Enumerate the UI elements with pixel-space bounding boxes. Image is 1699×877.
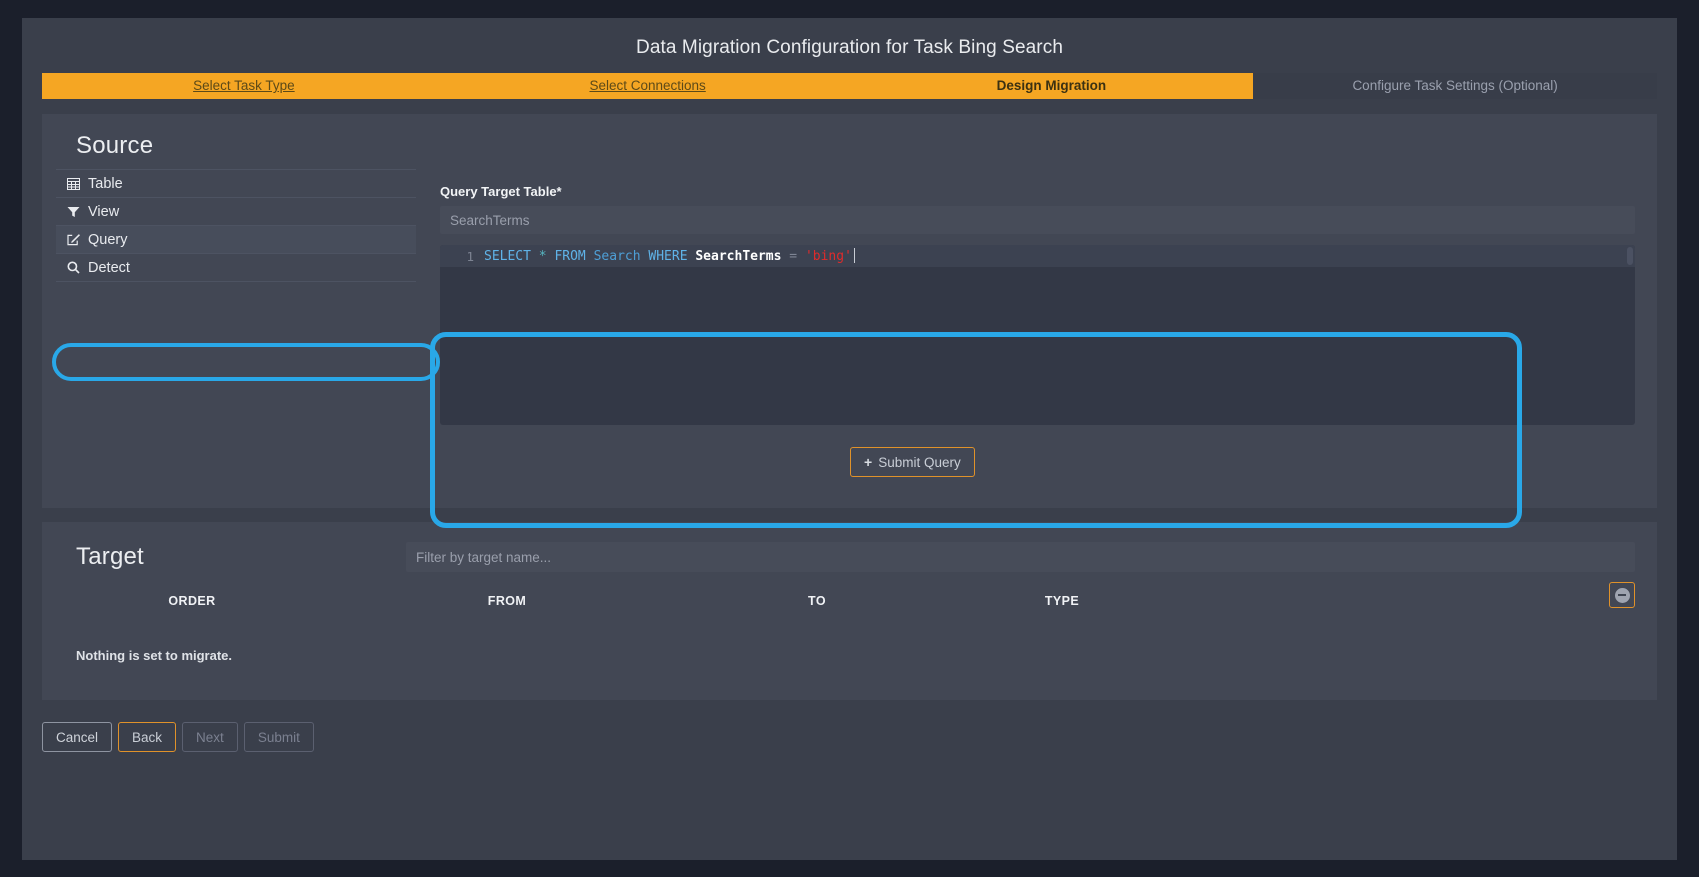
target-filter-input[interactable] <box>406 542 1635 572</box>
sidebar-item-view[interactable]: View <box>56 197 416 226</box>
source-panel: Source Table View Query Detect Query Tar… <box>42 114 1657 528</box>
page-title: Data Migration Configuration for Task Bi… <box>636 37 1063 58</box>
sql-code-line: 1 SELECT * FROM Search WHERE SearchTerms… <box>440 245 1635 267</box>
wizard-footer: Cancel Back Next Submit <box>42 722 1677 752</box>
editor-scrollbar[interactable] <box>1627 247 1633 265</box>
column-header-order: ORDER <box>168 594 216 608</box>
sidebar-item-detect[interactable]: Detect <box>56 253 416 282</box>
sidebar-item-label: Query <box>88 231 128 248</box>
sidebar-item-label: Table <box>88 175 123 192</box>
column-header-to: TO <box>808 594 826 608</box>
cancel-button[interactable]: Cancel <box>42 722 113 752</box>
wizard-step-design-migration[interactable]: Design Migration <box>849 73 1254 99</box>
sidebar-item-label: Detect <box>88 259 130 276</box>
submit-button: Submit <box>243 722 314 752</box>
query-target-table-label: Query Target Table* <box>440 184 562 199</box>
pencil-square-icon <box>66 233 81 246</box>
wizard-step-select-task-type[interactable]: Select Task Type <box>42 73 446 99</box>
submit-query-label: Submit Query <box>878 454 961 470</box>
submit-query-button[interactable]: + Submit Query <box>850 447 975 477</box>
table-icon <box>66 177 81 190</box>
back-button[interactable]: Back <box>118 722 177 752</box>
column-header-from: FROM <box>487 594 527 608</box>
target-panel: Target ORDER FROM TO TYPE Nothing is set… <box>42 522 1657 700</box>
sql-query-editor[interactable]: 1 SELECT * FROM Search WHERE SearchTerms… <box>440 245 1635 425</box>
query-form: Query Target Table* 1 SELECT * FROM Sear… <box>440 170 1635 477</box>
minus-circle-icon-button[interactable] <box>1609 582 1635 608</box>
wizard-step-tabs: Select Task Type Select Connections Desi… <box>42 73 1657 99</box>
filter-icon <box>66 206 81 218</box>
sidebar-item-table[interactable]: Table <box>56 169 416 198</box>
migration-wizard-window: Data Migration Configuration for Task Bi… <box>22 18 1677 860</box>
sidebar-item-query[interactable]: Query <box>56 225 416 254</box>
plus-icon: + <box>864 454 873 470</box>
line-number: 1 <box>466 248 474 264</box>
source-heading: Source <box>76 132 154 159</box>
target-heading: Target <box>76 543 144 570</box>
sidebar-item-label: View <box>88 203 120 220</box>
query-target-table-input[interactable] <box>440 206 1635 234</box>
target-empty-message: Nothing is set to migrate. <box>76 648 233 663</box>
source-type-list: Table View Query Detect <box>56 169 416 282</box>
column-header-type: TYPE <box>1044 594 1080 608</box>
next-button: Next <box>182 722 238 752</box>
search-icon <box>66 261 81 274</box>
wizard-step-configure-task-settings[interactable]: Configure Task Settings (Optional) <box>1253 73 1657 99</box>
target-table-header: ORDER FROM TO TYPE <box>42 572 1657 608</box>
sql-tokens: SELECT * FROM Search WHERE SearchTerms =… <box>484 248 855 264</box>
minus-circle-icon <box>1614 587 1630 603</box>
wizard-step-select-connections[interactable]: Select Connections <box>445 73 850 99</box>
